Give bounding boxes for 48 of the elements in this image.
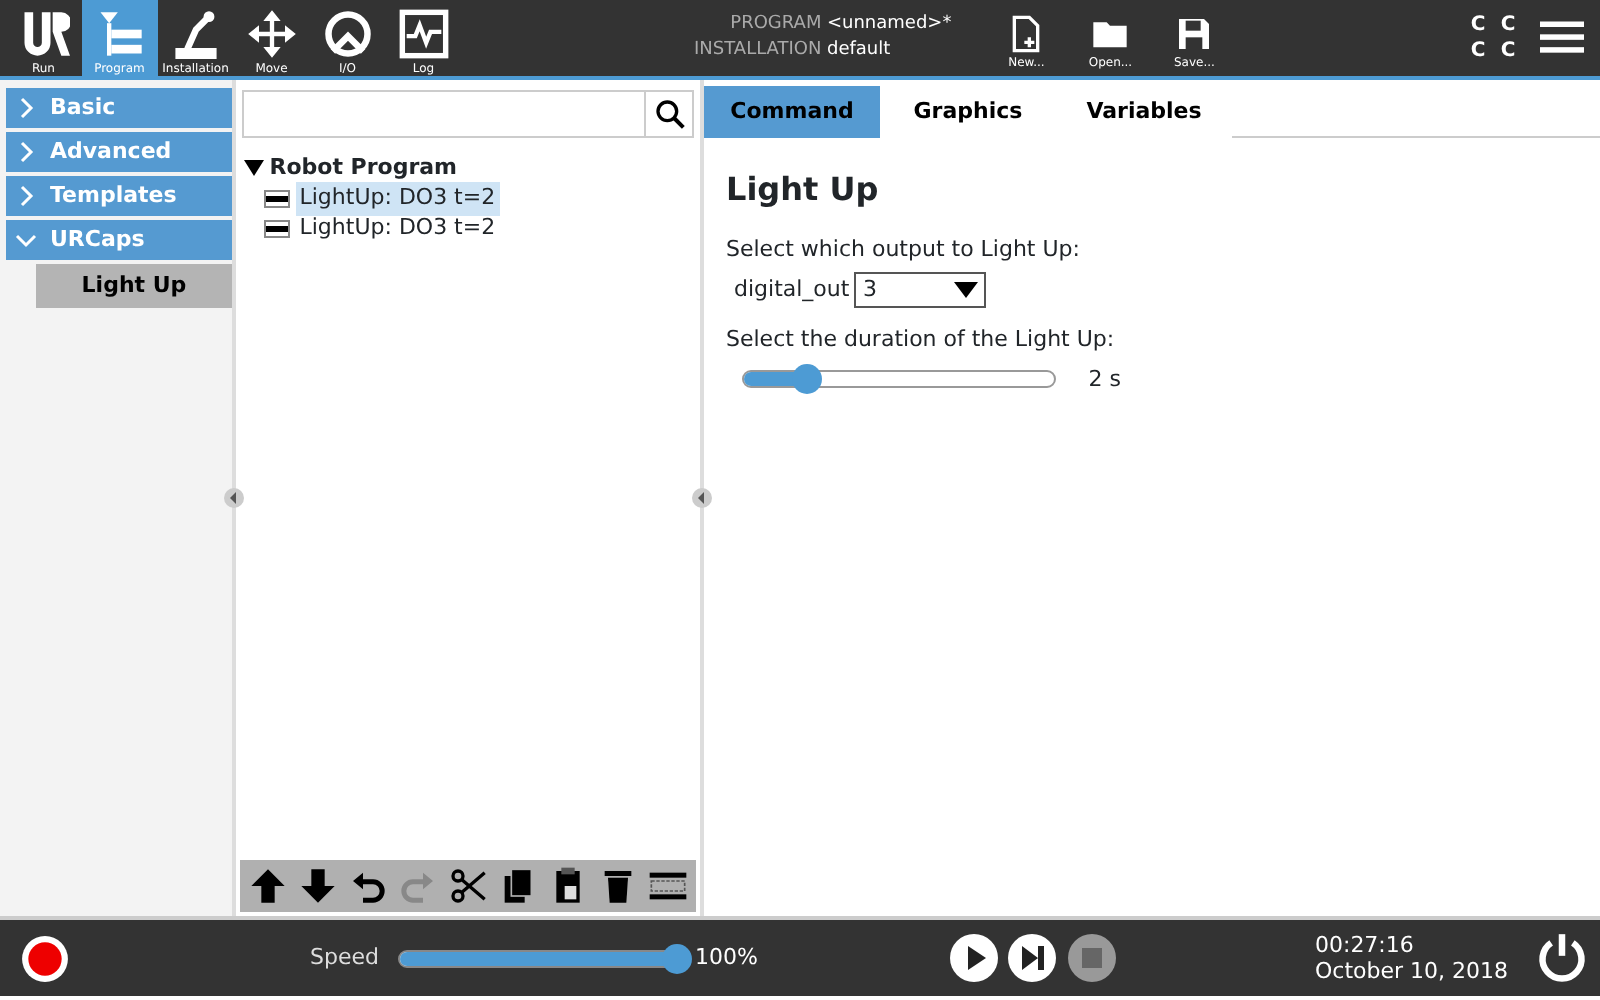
gauge-icon [321, 8, 374, 60]
power-icon [1536, 932, 1588, 984]
tab[interactable]: Command [704, 86, 880, 138]
speed-label: Speed [310, 941, 379, 974]
output-prompt: Select which output to Light Up: [726, 234, 1082, 266]
log-chart-icon [397, 8, 450, 60]
play-icon [949, 934, 998, 982]
status-letter: C [1498, 38, 1517, 64]
section-title: Light Up [726, 168, 881, 212]
status-letter: C [1468, 12, 1487, 38]
speed-reading: 100% [694, 941, 758, 974]
installation-name: default [826, 38, 893, 64]
clock-date: October 10, 2018 [1314, 958, 1508, 984]
tree-node[interactable]: LightUp: DO3 t=2 [295, 182, 500, 216]
step-button[interactable] [1008, 934, 1057, 982]
record-button[interactable] [20, 933, 70, 983]
program-name: <unnamed>* [826, 12, 952, 38]
clock-time: 00:27:16 [1314, 932, 1416, 958]
program-label: PROGRAM [728, 12, 822, 38]
status-letter: C [1498, 12, 1517, 38]
tree-root[interactable]: Robot Program [269, 152, 458, 186]
record-icon [20, 933, 70, 983]
cut-icon [447, 866, 488, 906]
up-icon [247, 866, 288, 906]
duration-reading: 2 s [1088, 363, 1121, 395]
tree-node[interactable]: LightUp: DO3 t=2 [295, 212, 500, 246]
output-label: digital_out [734, 274, 850, 306]
status-letter: C [1468, 38, 1487, 64]
stop-button[interactable] [1067, 934, 1116, 982]
triangle-down-icon [244, 158, 264, 179]
slider-thumb[interactable] [792, 364, 822, 395]
power-button[interactable] [1536, 932, 1588, 984]
down-icon [297, 866, 338, 906]
node-icon [264, 190, 290, 208]
move-arrows-icon [245, 8, 298, 60]
search-icon [653, 97, 685, 130]
output-dropdown[interactable]: 3 [854, 272, 987, 309]
caret-icon [954, 282, 979, 299]
duration-prompt: Select the duration of the Light Up: [726, 324, 1117, 357]
installation-label: INSTALLATION [694, 38, 822, 64]
sidebar-item[interactable]: Light Up [36, 264, 232, 308]
node-icon [264, 220, 290, 238]
slider-thumb[interactable] [662, 943, 693, 973]
stop-icon [1067, 934, 1116, 982]
play-button[interactable] [949, 934, 998, 982]
robot-arm-icon [169, 8, 222, 60]
step-icon [1008, 934, 1057, 982]
search-field[interactable] [242, 90, 694, 138]
